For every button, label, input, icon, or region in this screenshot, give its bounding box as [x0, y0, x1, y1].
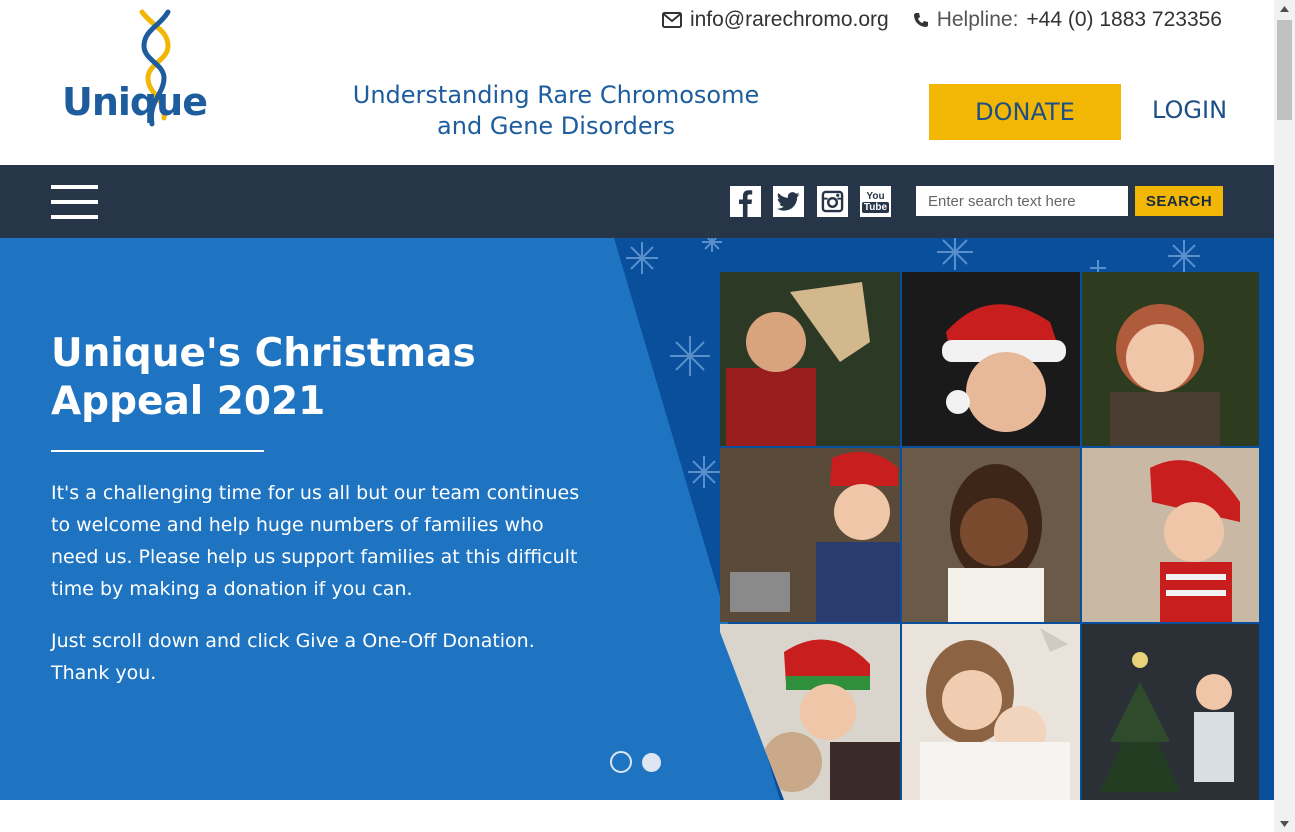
envelope-icon	[661, 12, 682, 28]
carousel-dot-1[interactable]	[610, 751, 632, 773]
contact-bar: info@rarechromo.org Helpline: +44 (0) 18…	[661, 8, 1222, 32]
login-link[interactable]: LOGIN	[1152, 96, 1227, 124]
phone-icon	[913, 13, 928, 27]
helpline-label: Helpline:	[936, 8, 1019, 31]
hero-divider	[51, 450, 264, 452]
instagram-icon[interactable]	[817, 186, 848, 217]
page-scrollbar[interactable]	[1274, 0, 1295, 832]
email-contact[interactable]: info@rarechromo.org	[661, 8, 889, 32]
helpline-number[interactable]: +44 (0) 1883 723356	[1026, 8, 1222, 32]
facebook-icon[interactable]	[730, 186, 761, 217]
scroll-up-arrow-icon[interactable]	[1274, 0, 1295, 17]
carousel-dot-2[interactable]	[642, 753, 661, 772]
twitter-icon[interactable]	[773, 186, 804, 217]
youtube-icon[interactable]: You Tube	[860, 186, 891, 217]
tagline-line-1: Understanding Rare Chromosome	[352, 81, 760, 109]
youtube-icon-tube: Tube	[861, 201, 890, 213]
email-link[interactable]: info@rarechromo.org	[690, 8, 889, 32]
photo-collage	[720, 272, 1259, 800]
site-tagline: Understanding Rare Chromosome and Gene D…	[340, 80, 772, 142]
hero-carousel: Unique's Christmas Appeal 2021 It's a ch…	[0, 238, 1274, 800]
youtube-icon-you: You	[866, 190, 885, 202]
hero-paragraph-2: Just scroll down and click Give a One-Of…	[51, 630, 535, 684]
collage-images	[720, 272, 1259, 800]
helpline-contact[interactable]: Helpline: +44 (0) 1883 723356	[913, 8, 1222, 32]
hero-title: Unique's Christmas Appeal 2021	[51, 331, 476, 424]
scrollbar-thumb[interactable]	[1277, 20, 1292, 120]
hamburger-menu-icon[interactable]	[51, 185, 98, 219]
logo-wordmark: Unique	[62, 80, 208, 124]
search-button[interactable]: SEARCH	[1135, 186, 1223, 216]
unique-logo[interactable]: Unique	[60, 8, 208, 130]
hero-paragraph-1: It's a challenging time for us all but o…	[51, 482, 580, 600]
search-input[interactable]	[916, 186, 1128, 216]
scroll-down-arrow-icon[interactable]	[1274, 815, 1295, 832]
main-nav-bar: You Tube SEARCH	[0, 165, 1274, 238]
donate-button[interactable]: DONATE	[929, 84, 1121, 140]
site-header: Unique info@rarechromo.org Helpline: +44…	[0, 0, 1274, 165]
tagline-line-2: and Gene Disorders	[437, 112, 675, 140]
